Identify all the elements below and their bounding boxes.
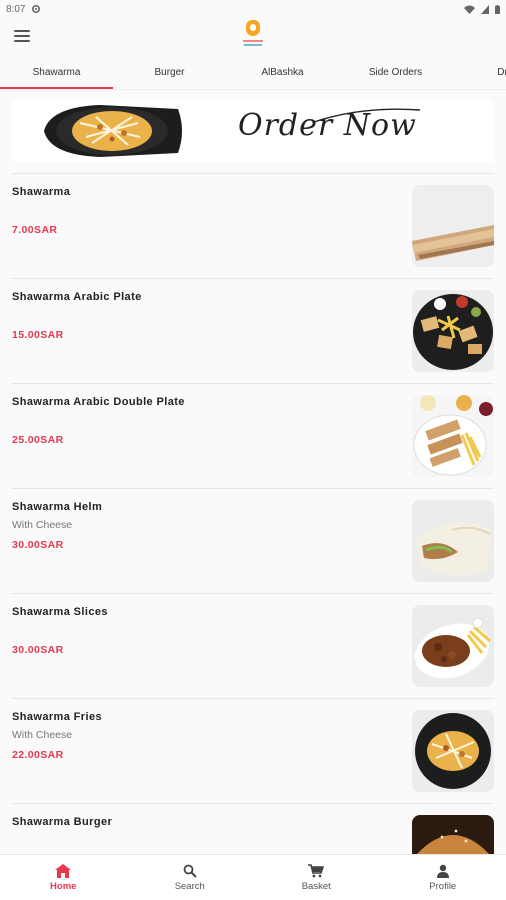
nav-basket-label: Basket — [301, 880, 331, 892]
nav-home[interactable]: Home — [0, 855, 127, 900]
nav-search[interactable]: Search — [127, 855, 254, 900]
item-name: Shawarma Slices — [12, 606, 108, 618]
order-now-banner[interactable]: Order Now — [12, 100, 494, 162]
tab-shawarma[interactable]: Shawarma — [0, 58, 113, 89]
tab-burger[interactable]: Burger — [113, 58, 226, 89]
search-icon — [183, 864, 197, 878]
menu-list: Shawarma 7.00SAR Shawarma Arabic Plate 1… — [0, 174, 506, 854]
item-name: Shawarma Arabic Plate — [12, 291, 142, 303]
settings-icon — [32, 4, 41, 14]
double-plate-image — [412, 395, 494, 477]
tab-albashka[interactable]: AlBashka — [226, 58, 339, 89]
home-icon — [55, 863, 72, 878]
item-price: 30.00SAR — [12, 539, 64, 551]
item-price: 30.00SAR — [12, 644, 64, 656]
item-price: 22.00SAR — [12, 749, 64, 761]
item-price: 25.00SAR — [12, 434, 64, 446]
menu-icon[interactable] — [14, 30, 30, 44]
item-name: Shawarma Arabic Double Plate — [12, 396, 185, 408]
menu-item[interactable]: Shawarma 7.00SAR — [12, 174, 494, 279]
item-name: Shawarma Burger — [12, 816, 113, 828]
item-description: With Cheese — [12, 729, 73, 741]
restaurant-logo — [242, 20, 264, 52]
helm-wrap-image — [412, 500, 494, 582]
item-name: Shawarma Helm — [12, 501, 103, 513]
fries-image — [412, 710, 494, 792]
profile-icon — [436, 864, 449, 878]
menu-item[interactable]: Shawarma Arabic Double Plate 25.00SAR — [12, 384, 494, 489]
bottom-navigation: Home Search Basket Profile — [0, 854, 506, 900]
app-header — [0, 18, 506, 58]
item-description: With Cheese — [12, 519, 73, 531]
status-bar: 8:07 — [0, 0, 506, 18]
slices-image — [412, 605, 494, 687]
nav-basket[interactable]: Basket — [253, 855, 380, 900]
nav-profile[interactable]: Profile — [380, 855, 506, 900]
menu-item[interactable]: Shawarma Arabic Plate 15.00SAR — [12, 279, 494, 384]
menu-item[interactable]: Shawarma Burger — [12, 804, 494, 854]
status-time: 8:07 — [6, 3, 26, 15]
battery-icon — [495, 4, 500, 14]
tab-side-orders[interactable]: Side Orders — [339, 58, 452, 89]
category-tabs: Shawarma Burger AlBashka Side Orders Dri — [0, 58, 506, 90]
nav-home-label: Home — [50, 880, 77, 892]
nav-search-label: Search — [174, 880, 205, 892]
item-name: Shawarma — [12, 186, 71, 198]
shawarma-wrap-image — [412, 185, 494, 267]
signal-icon — [481, 4, 489, 14]
item-price: 7.00SAR — [12, 224, 58, 236]
tab-drinks[interactable]: Dri — [452, 58, 506, 89]
menu-item[interactable]: Shawarma Helm With Cheese 30.00SAR — [12, 489, 494, 594]
nav-profile-label: Profile — [429, 880, 457, 892]
menu-item[interactable]: Shawarma Slices 30.00SAR — [12, 594, 494, 699]
cart-icon — [308, 863, 325, 877]
burger-image — [412, 815, 494, 854]
menu-item[interactable]: Shawarma Fries With Cheese 22.00SAR — [12, 699, 494, 804]
arabic-plate-image — [412, 290, 494, 372]
wifi-icon — [464, 5, 475, 14]
banner-swoosh — [313, 108, 421, 123]
item-price: 15.00SAR — [12, 329, 64, 341]
fries-plate-image — [44, 105, 182, 157]
item-name: Shawarma Fries — [12, 711, 102, 723]
